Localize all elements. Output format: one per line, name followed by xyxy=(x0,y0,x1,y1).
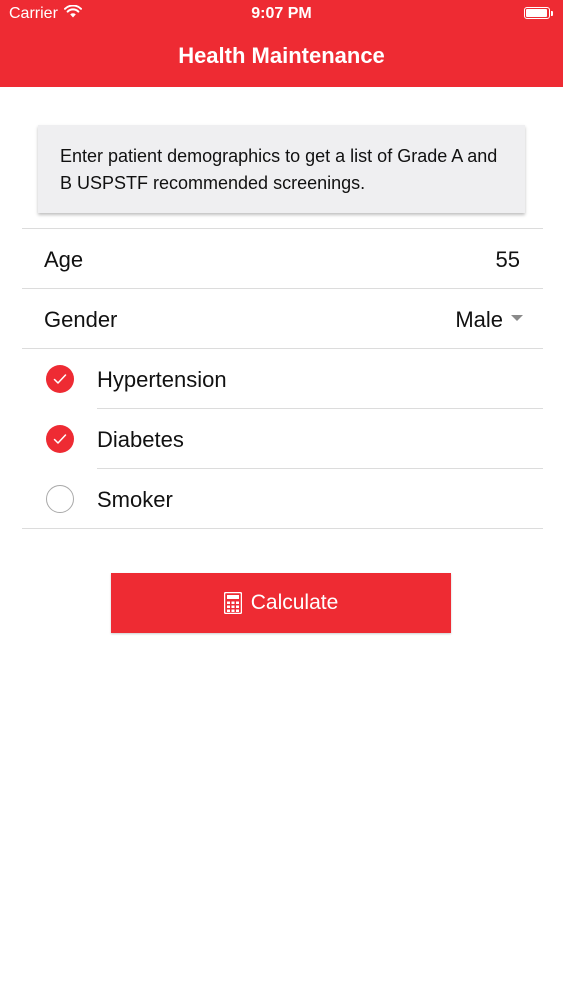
gender-value[interactable]: Male xyxy=(455,307,503,333)
age-label: Age xyxy=(44,247,84,272)
condition-row-hypertension[interactable]: Hypertension xyxy=(22,349,543,409)
status-time: 9:07 PM xyxy=(251,5,312,22)
checkmark-icon xyxy=(53,374,67,384)
hypertension-checkbox[interactable] xyxy=(46,365,74,393)
diabetes-label: Diabetes xyxy=(97,427,184,452)
demographics-form: Age 55 Gender Male Hypertension Diabetes… xyxy=(22,228,543,529)
smoker-label: Smoker xyxy=(97,487,173,512)
condition-row-smoker[interactable]: Smoker xyxy=(22,469,543,529)
diabetes-checkbox[interactable] xyxy=(46,425,74,453)
checkmark-icon xyxy=(53,434,67,444)
calculate-button[interactable]: Calculate xyxy=(111,573,451,633)
condition-row-diabetes[interactable]: Diabetes xyxy=(22,409,543,469)
page-title: Health Maintenance xyxy=(178,43,385,68)
caret-down-icon[interactable] xyxy=(511,315,523,321)
smoker-checkbox[interactable] xyxy=(46,485,74,513)
calculate-label: Calculate xyxy=(250,591,339,614)
gender-row[interactable]: Gender Male xyxy=(22,289,543,349)
calculator-icon xyxy=(223,592,242,614)
status-bar: Carrier 9:07 PM xyxy=(0,0,563,30)
hypertension-label: Hypertension xyxy=(97,367,227,392)
battery-icon xyxy=(524,7,554,21)
age-row[interactable]: Age 55 xyxy=(22,229,543,289)
info-card: Enter patient demographics to get a list… xyxy=(38,125,525,213)
info-text: Enter patient demographics to get a list… xyxy=(60,146,498,193)
age-value[interactable]: 55 xyxy=(496,247,520,273)
gender-label: Gender xyxy=(44,307,118,332)
app-header: Carrier 9:07 PM Health Maintenance xyxy=(0,0,563,87)
